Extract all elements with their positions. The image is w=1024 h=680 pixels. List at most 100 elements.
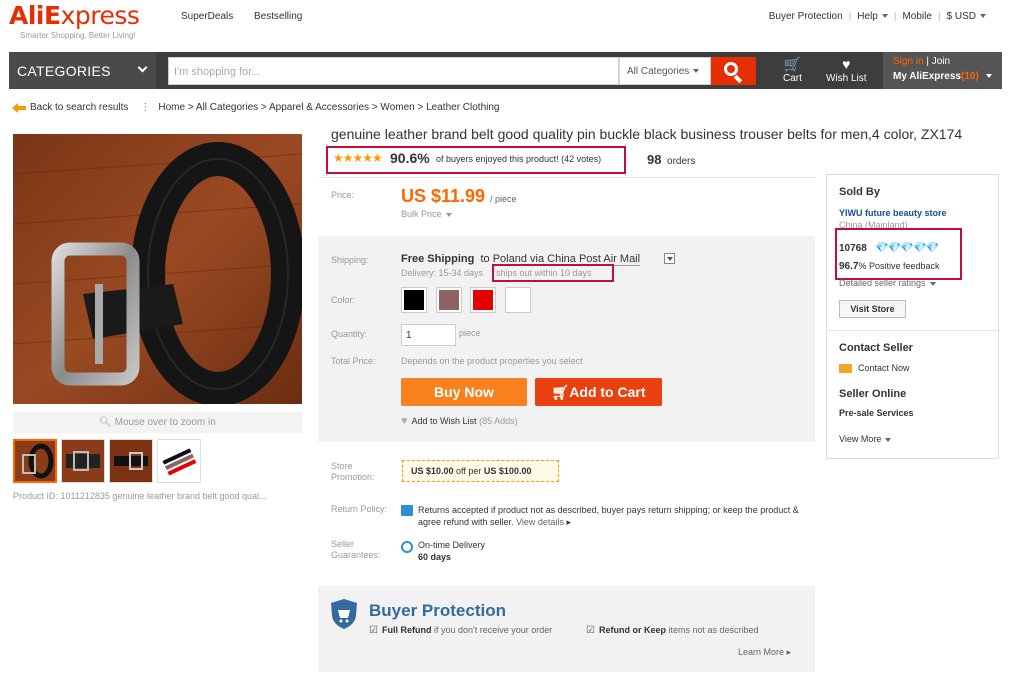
chevron-down-icon: [980, 14, 986, 19]
shipping-label: Shipping:: [331, 255, 369, 265]
account-menu[interactable]: Sign in | Join My AliExpress(10): [883, 52, 1002, 89]
learn-more-link[interactable]: Learn More ▸: [738, 647, 791, 658]
store-promotion-label: Store Promotion:: [331, 461, 375, 482]
search-input[interactable]: I'm shopping for...: [168, 57, 619, 85]
buyer-protection-title: Buyer Protection: [369, 601, 506, 620]
delivery-days: 60 days: [418, 552, 452, 562]
check-icon: ☑: [586, 625, 595, 636]
zoom-hint: 🔍︎ Mouse over to zoom in: [13, 412, 302, 433]
color-swatch-brown[interactable]: [436, 287, 462, 313]
top-links: Buyer Protection | Help | Mobile | $ USD: [769, 11, 986, 22]
total-price-value: Depends on the product properties you se…: [401, 356, 583, 366]
contact-seller-heading: Contact Seller: [839, 342, 913, 354]
rating-text[interactable]: of buyers enjoyed this product! (42 vote…: [436, 154, 601, 164]
ships-out-highlight-box: [492, 264, 614, 282]
breadcrumb: Back to search results ⋮ Home > All Cate…: [12, 102, 500, 113]
shield-icon: [330, 598, 358, 630]
chevron-down-icon: [137, 62, 148, 73]
positive-feedback: 96.7% Positive feedback: [839, 261, 940, 272]
detailed-ratings-dropdown[interactable]: Detailed seller ratings: [839, 278, 936, 288]
check-icon: ☑: [369, 625, 378, 636]
buy-now-button[interactable]: Buy Now: [401, 378, 527, 406]
mail-icon: [839, 364, 852, 373]
cart-button[interactable]: 🛒 Cart: [783, 57, 802, 84]
seller-score: 10768: [839, 243, 867, 254]
nav-superdeals[interactable]: SuperDeals: [181, 11, 233, 22]
rating-percent: 90.6%: [390, 150, 430, 166]
cart-logo-icon: E: [44, 1, 61, 30]
currency-select[interactable]: $ USD: [947, 11, 986, 22]
chevron-down-icon: [881, 14, 888, 19]
mobile-link[interactable]: Mobile: [902, 11, 931, 22]
chevron-down-icon: [445, 212, 452, 217]
add-to-wishlist-link[interactable]: ♥ Add to Wish List (85 Adds): [401, 415, 518, 427]
quantity-label: Quantity:: [331, 329, 368, 339]
return-policy-label: Return Policy:: [331, 504, 388, 514]
view-more-dropdown[interactable]: View More: [839, 434, 892, 444]
color-label: Color:: [331, 295, 356, 305]
chevron-down-icon: [667, 257, 673, 261]
thumbnail-1[interactable]: [13, 439, 57, 483]
clock-icon: [401, 541, 413, 553]
tagline: Smarter Shopping, Better Living!: [20, 31, 136, 40]
full-refund-item: ☑ Full Refund if you don't receive your o…: [369, 625, 553, 636]
orders-count: 98 orders: [647, 152, 696, 167]
chevron-down-icon: [885, 437, 892, 442]
product-main-image[interactable]: [13, 134, 302, 404]
divider: [319, 177, 815, 178]
store-name-link[interactable]: YIWU future beauty store: [839, 208, 947, 218]
thumbnail-3[interactable]: [109, 439, 153, 483]
price-unit: / piece: [490, 194, 517, 204]
chevron-down-icon: [985, 74, 992, 79]
thumbnail-2[interactable]: [61, 439, 105, 483]
contact-now-link[interactable]: Contact Now: [858, 363, 910, 373]
total-price-label: Total Price:: [331, 356, 376, 366]
divider: [827, 330, 998, 331]
categories-button[interactable]: CATEGORIES: [9, 52, 156, 89]
aliexpress-logo[interactable]: AliExpress: [9, 1, 140, 30]
cart-icon: 🛒︎: [551, 384, 570, 400]
join-link[interactable]: Join: [932, 56, 950, 67]
return-policy-text: Returns accepted if product not as descr…: [418, 505, 799, 527]
shipping-dropdown[interactable]: [664, 253, 675, 264]
color-swatch-white[interactable]: [505, 287, 531, 313]
price-label: Price:: [331, 190, 355, 200]
breadcrumb-path[interactable]: Home > All Categories > Apparel & Access…: [158, 102, 499, 113]
product-title: genuine leather brand belt good quality …: [331, 126, 963, 142]
thumbnail-4[interactable]: [157, 439, 201, 483]
wishlist-button[interactable]: ♥ Wish List: [826, 57, 867, 84]
add-to-cart-button[interactable]: 🛒︎Add to Cart: [535, 378, 662, 406]
quantity-input[interactable]: 1: [401, 324, 456, 346]
store-promotion-coupon[interactable]: US $10.00 off per US $100.00: [402, 460, 559, 482]
search-category-select[interactable]: All Categories: [619, 57, 711, 85]
bulk-price-dropdown[interactable]: Bulk Price: [401, 209, 452, 219]
heart-icon: ♥: [401, 415, 408, 427]
chevron-down-icon: [929, 281, 936, 286]
delivery-time: Delivery: 15-34 days: [401, 268, 484, 278]
help-link[interactable]: Help: [857, 11, 888, 22]
search-icon: 🔍︎: [99, 417, 112, 428]
product-id: Product ID: 1011212835 genuine leather b…: [13, 491, 267, 501]
presale-services: Pre-sale Services: [839, 408, 914, 418]
seller-guarantees-label: Seller Guarantees:: [331, 539, 381, 560]
refund-keep-item: ☑ Refund or Keep items not as described: [586, 625, 759, 636]
buyer-protection-link[interactable]: Buyer Protection: [769, 11, 843, 22]
return-icon: [401, 505, 413, 516]
cart-icon: 🛒: [783, 56, 802, 72]
diamond-icons: 💎💎💎💎💎: [875, 242, 939, 254]
nav-bestselling[interactable]: Bestselling: [254, 11, 302, 22]
search-button[interactable]: [711, 57, 756, 85]
back-arrow-icon: [12, 102, 26, 113]
seller-rating-highlight-box: [835, 228, 962, 280]
color-swatch-red[interactable]: [470, 287, 496, 313]
view-details-link[interactable]: View details: [516, 517, 564, 527]
visit-store-button[interactable]: Visit Store: [839, 300, 906, 318]
ontime-delivery: On-time Delivery: [418, 540, 486, 550]
sign-in-link[interactable]: Sign in: [893, 56, 924, 67]
quantity-unit: piece: [459, 328, 481, 338]
color-swatch-black[interactable]: [401, 287, 427, 313]
rating-stars: ★★★★★: [333, 151, 383, 165]
seller-online-heading: Seller Online: [839, 388, 907, 400]
sold-by-heading: Sold By: [839, 186, 880, 198]
back-to-results-link[interactable]: Back to search results: [30, 102, 128, 113]
